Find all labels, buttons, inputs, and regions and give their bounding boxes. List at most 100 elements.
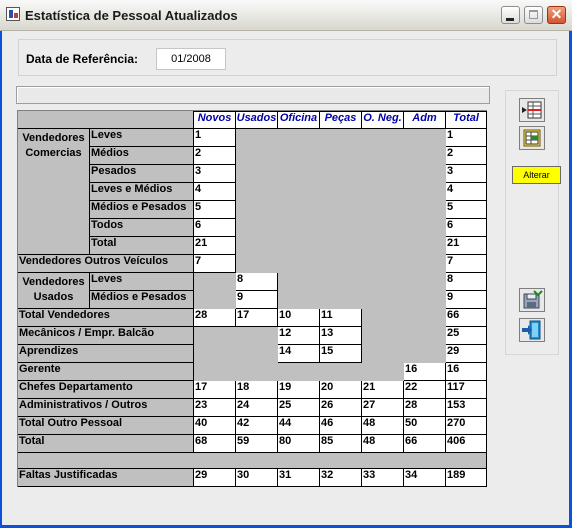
cell-usados-mp-total: 9 [446,291,487,309]
cell-chefes-total: 117 [446,381,487,399]
cell-administrativos-total: 153 [446,399,487,417]
edit-grid-icon [523,129,541,147]
cell-outro-pessoal-novos: 40 [194,417,236,435]
cell-gerente-adm[interactable]: 16 [404,363,446,381]
cell-outro-pessoal-pecas: 46 [320,417,362,435]
row-label-total-vendedores: Total Vendedores [18,309,194,327]
app-icon [6,7,20,21]
cell-outros-veiculos-novos[interactable]: 7 [194,255,236,273]
cell-outro-pessoal-total: 270 [446,417,487,435]
cell-usados-mp-usados[interactable]: 9 [236,291,278,309]
cell-outro-pessoal-oneg: 48 [362,417,404,435]
row-label-gerente: Gerente [18,363,194,381]
row-label-todos: Todos [90,219,194,237]
cell-outro-pessoal-usados: 42 [236,417,278,435]
maximize-button[interactable] [524,6,543,24]
cell-medios-novos[interactable]: 2 [194,147,236,165]
cell-faltas-usados[interactable]: 30 [236,469,278,487]
row-label-medios-pesados: Médios e Pesados [90,201,194,219]
cell-faltas-pecas[interactable]: 32 [320,469,362,487]
row-label-outro-pessoal: Total Outro Pessoal [18,417,194,435]
header-oficina: Oficina [278,111,320,129]
cell-chefes-novos[interactable]: 17 [194,381,236,399]
cell-chefes-oficina[interactable]: 19 [278,381,320,399]
personnel-stats-grid: Novos Usados Oficina Peças O. Neg. Adm T… [17,110,487,487]
cell-pesados-novos[interactable]: 3 [194,165,236,183]
cell-medios-pesados-novos[interactable]: 5 [194,201,236,219]
row-label-medios: Médios [90,147,194,165]
row-label-mecanicos: Mecânicos / Empr. Balcão [18,327,194,345]
cell-total-usados: 59 [236,435,278,453]
cell-total-vendedores-oficina[interactable]: 10 [278,309,320,327]
cell-aprendizes-total: 29 [446,345,487,363]
cell-faltas-oficina[interactable]: 31 [278,469,320,487]
reference-date-field[interactable]: 01/2008 [156,48,226,70]
cell-total-adm: 66 [404,435,446,453]
cell-leves-medios-total: 4 [446,183,487,201]
cell-leves-medios-novos[interactable]: 4 [194,183,236,201]
cell-administrativos-oneg[interactable]: 27 [362,399,404,417]
cell-chefes-oneg[interactable]: 21 [362,381,404,399]
cell-outro-pessoal-adm: 50 [404,417,446,435]
cell-mecanicos-pecas[interactable]: 13 [320,327,362,345]
cell-administrativos-usados[interactable]: 24 [236,399,278,417]
cell-todos-total: 6 [446,219,487,237]
cell-chefes-usados[interactable]: 18 [236,381,278,399]
cell-total-comerciais-total: 21 [446,237,487,255]
header-usados: Usados [236,111,278,129]
cell-mecanicos-oficina[interactable]: 12 [278,327,320,345]
cell-total-total: 406 [446,435,487,453]
save-button[interactable] [519,288,545,312]
cell-total-vendedores-total: 66 [446,309,487,327]
row-label-chefes: Chefes Departamento [18,381,194,399]
window-title: Estatística de Pessoal Atualizados [25,8,238,23]
cell-usados-leves-usados[interactable]: 8 [236,273,278,291]
cell-administrativos-adm[interactable]: 28 [404,399,446,417]
maximize-icon [529,10,538,19]
title-bar: Estatística de Pessoal Atualizados ✕ [0,0,572,31]
cell-gerente-total: 16 [446,363,487,381]
cell-administrativos-novos[interactable]: 23 [194,399,236,417]
header-total: Total [446,111,487,129]
row-label-aprendizes: Aprendizes [18,345,194,363]
reference-date-label: Data de Referência: [26,52,139,66]
cell-faltas-novos[interactable]: 29 [194,469,236,487]
cell-administrativos-oficina[interactable]: 25 [278,399,320,417]
minimize-button[interactable] [501,6,520,24]
row-label-outros-veiculos: Vendedores Outros Veículos [18,255,194,273]
cell-todos-novos[interactable]: 6 [194,219,236,237]
cell-leves-total: 1 [446,129,487,147]
row-label-leves-medios: Leves e Médios [90,183,194,201]
cell-faltas-adm[interactable]: 34 [404,469,446,487]
cell-usados-leves-total: 8 [446,273,487,291]
cell-faltas-oneg[interactable]: 33 [362,469,404,487]
cell-faltas-total: 189 [446,469,487,487]
insert-row-icon [522,101,542,119]
edit-button[interactable] [519,126,545,150]
spacer-row [18,453,487,469]
progress-bar [16,86,490,104]
cell-chefes-adm[interactable]: 22 [404,381,446,399]
group-label-usados: Vendedores Usados [18,273,90,309]
cell-administrativos-pecas[interactable]: 26 [320,399,362,417]
exit-button[interactable] [519,318,545,342]
cell-aprendizes-oficina[interactable]: 14 [278,345,320,363]
row-label-usados-leves: Leves [90,273,194,291]
row-label-faltas: Faltas Justificadas [18,469,194,487]
cell-leves-novos[interactable]: 1 [194,129,236,147]
close-button[interactable]: ✕ [547,6,566,24]
cell-total-oficina: 80 [278,435,320,453]
cell-total-vendedores-pecas[interactable]: 11 [320,309,362,327]
row-label-total: Total [18,435,194,453]
cell-chefes-pecas[interactable]: 20 [320,381,362,399]
insert-button[interactable] [519,98,545,122]
exit-door-icon [522,320,541,340]
row-label-leves: Leves [90,129,194,147]
header-pecas: Peças [320,111,362,129]
cell-aprendizes-pecas[interactable]: 15 [320,345,362,363]
header-adm: Adm [404,111,446,129]
group-label-comerciais: Vendedores Comercias [18,129,90,255]
cell-total-oneg: 48 [362,435,404,453]
alterar-button[interactable]: Alterar [512,166,561,184]
row-label-usados-medios-pesados: Médios e Pesados [90,291,194,309]
